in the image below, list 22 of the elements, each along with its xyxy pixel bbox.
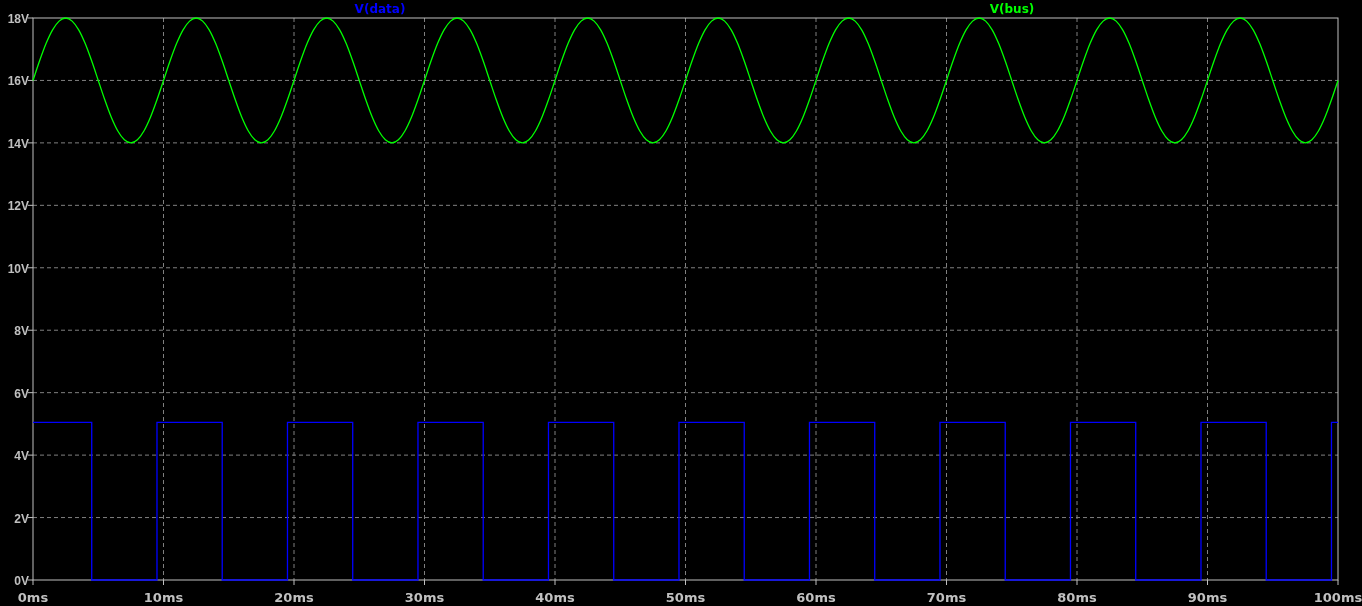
axis-tick-label: 6V	[14, 386, 29, 401]
axis-tick-label: 70ms	[926, 590, 967, 605]
axis-tick-label: 0V	[14, 574, 29, 588]
axis-tick-label: 80ms	[1057, 590, 1097, 605]
legend-label[interactable]: V(bus)	[989, 2, 1035, 16]
axis-tick-label: 100ms	[1313, 590, 1362, 605]
axis-tick-label: 10ms	[143, 590, 184, 605]
axis-tick-label: 12V	[7, 199, 29, 214]
axis-tick-label: 40ms	[535, 590, 575, 605]
axis-tick-label: 10V	[7, 261, 29, 276]
axis-tick-label: 16V	[7, 74, 29, 89]
axis-tick-label: 18V	[7, 12, 29, 26]
axis-tick-label: 20ms	[274, 590, 314, 605]
axis-tick-label: 50ms	[665, 590, 706, 605]
axis-tick-label: 0ms	[17, 590, 49, 605]
axis-tick-label: 14V	[7, 136, 29, 151]
axis-tick-label: 30ms	[404, 590, 445, 605]
axis-tick-label: 4V	[14, 449, 29, 464]
axis-tick-label: 8V	[14, 324, 29, 339]
axis-tick-label: 60ms	[796, 590, 836, 605]
axis-tick-label: 90ms	[1187, 590, 1228, 605]
axis-tick-label: 2V	[14, 511, 29, 526]
